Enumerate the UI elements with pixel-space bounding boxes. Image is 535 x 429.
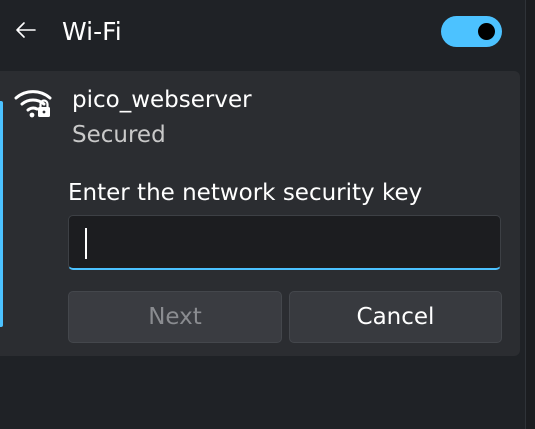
arrow-left-icon xyxy=(15,21,37,39)
text-caret xyxy=(85,228,87,259)
network-name: pico_webserver xyxy=(72,87,252,113)
next-button[interactable]: Next xyxy=(68,291,282,343)
toggle-knob xyxy=(478,23,495,40)
wifi-header: Wi-Fi xyxy=(0,0,526,66)
page-title: Wi-Fi xyxy=(62,17,122,46)
selection-indicator xyxy=(0,101,3,327)
network-status: Secured xyxy=(72,122,166,148)
back-button[interactable] xyxy=(10,14,42,46)
security-key-input[interactable] xyxy=(68,215,501,270)
wifi-toggle[interactable] xyxy=(441,16,502,47)
wifi-secured-icon xyxy=(13,85,55,121)
cancel-button[interactable]: Cancel xyxy=(289,291,502,343)
panel-edge xyxy=(525,0,535,429)
security-key-label: Enter the network security key xyxy=(68,180,423,206)
